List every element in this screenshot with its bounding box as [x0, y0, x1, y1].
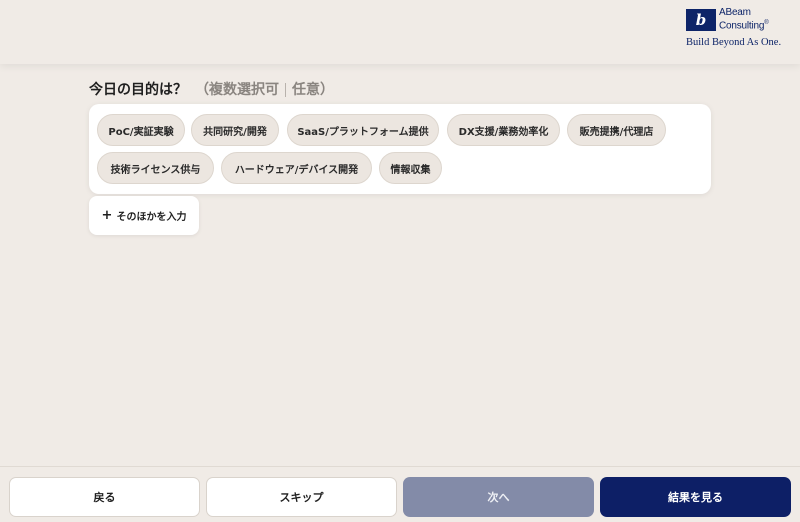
options-panel: PoC/実証実験 共同研究/開発 SaaS/プラットフォーム提供 DX支援/業務…	[89, 104, 711, 194]
logo-line2: Consulting	[719, 20, 765, 32]
logo-line1: ABeam	[719, 7, 751, 18]
back-button[interactable]: 戻る	[9, 477, 200, 517]
question-optional: 任意）	[292, 82, 334, 98]
skip-button[interactable]: スキップ	[206, 477, 397, 517]
abeam-logo: b ABeam Consulting® Build Beyond As One.	[686, 8, 788, 54]
next-button[interactable]: 次へ	[403, 477, 594, 517]
header: b ABeam Consulting® Build Beyond As One.	[0, 0, 800, 64]
option-chip-dx[interactable]: DX支援/業務効率化	[447, 114, 560, 146]
logo-wordmark: ABeam Consulting®	[719, 8, 769, 31]
divider	[285, 83, 286, 97]
plus-icon: +	[101, 208, 113, 223]
logo-tagline: Build Beyond As One.	[686, 37, 782, 49]
question-multi-select: （複数選択可	[195, 82, 279, 98]
option-chip-poc[interactable]: PoC/実証実験	[97, 114, 185, 146]
option-chip-license[interactable]: 技術ライセンス供与	[97, 152, 214, 184]
logo-registered: ®	[764, 20, 769, 26]
add-other-button[interactable]: + そのほかを入力	[89, 196, 199, 235]
footer-bar: 戻る スキップ 次へ 結果を見る	[0, 466, 800, 522]
option-chip-info-gathering[interactable]: 情報収集	[379, 152, 442, 184]
question-sub: （複数選択可 任意）	[195, 79, 334, 99]
view-results-button[interactable]: 結果を見る	[600, 477, 791, 517]
add-other-label: そのほかを入力	[116, 212, 187, 223]
option-chip-joint-research[interactable]: 共同研究/開発	[191, 114, 279, 146]
logo-mark-icon: b	[686, 8, 716, 31]
option-chip-sales-partnership[interactable]: 販売提携/代理店	[567, 114, 666, 146]
question-title: 今日の目的は？ （複数選択可 任意）	[89, 79, 334, 99]
option-chip-saas[interactable]: SaaS/プラットフォーム提供	[287, 114, 439, 146]
question-main: 今日の目的は？	[89, 82, 187, 98]
option-chip-hardware[interactable]: ハードウェア/デバイス開発	[221, 152, 372, 184]
